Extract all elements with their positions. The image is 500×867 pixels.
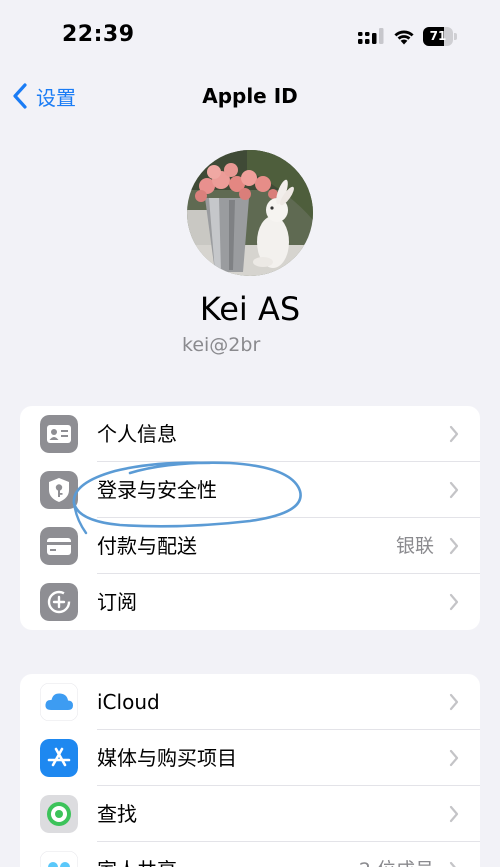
battery-level: 71	[429, 29, 447, 43]
app-store-icon	[40, 739, 78, 777]
row-label: 媒体与购买项目	[97, 746, 237, 770]
battery-icon: 71	[423, 27, 457, 46]
row-label: iCloud	[97, 690, 160, 714]
wifi-icon	[394, 30, 414, 45]
row-value: 2 位成员	[359, 842, 434, 867]
row-label: 查找	[97, 802, 137, 826]
row-icloud[interactable]: iCloud	[20, 674, 480, 730]
row-sign-in-security[interactable]: 登录与安全性	[20, 462, 480, 518]
chevron-right-icon	[449, 861, 456, 867]
row-label: 付款与配送	[97, 534, 197, 558]
chevron-right-icon	[449, 693, 459, 711]
family-sharing-icon	[40, 851, 78, 867]
row-subscriptions[interactable]: 订阅	[20, 574, 480, 630]
avatar[interactable]	[187, 150, 313, 276]
chevron-right-icon	[449, 749, 459, 767]
row-value: 银联	[395, 535, 434, 557]
contact-card-icon	[40, 415, 78, 453]
services-group: iCloud 媒体与购买项目 查找 家人共享 2 位成员	[20, 674, 480, 867]
row-family-sharing[interactable]: 家人共享 2 位成员	[20, 842, 480, 867]
chevron-right-icon	[449, 537, 459, 555]
account-settings-group: 个人信息 登录与安全性 付款与配送 银联 订阅	[20, 406, 480, 630]
status-bar: 22:39 71	[0, 0, 500, 70]
row-payment-shipping[interactable]: 付款与配送 银联	[20, 518, 480, 574]
status-time: 22:39	[62, 22, 135, 47]
row-label: 家人共享	[97, 842, 177, 867]
credit-card-icon	[40, 527, 78, 565]
navigation-bar: 设置 Apple ID	[0, 74, 500, 118]
row-find-my[interactable]: 查找	[20, 786, 480, 842]
find-my-icon	[40, 795, 78, 833]
row-label: 个人信息	[97, 422, 177, 446]
row-label: 订阅	[97, 590, 137, 614]
profile-name: Kei AS	[199, 290, 301, 328]
chevron-right-icon	[449, 481, 459, 499]
icloud-icon	[40, 683, 78, 721]
avatar-photo	[187, 150, 313, 276]
cellular-signal-icon	[358, 28, 384, 44]
row-personal-info[interactable]: 个人信息	[20, 406, 480, 462]
profile-email: kei@2br	[182, 334, 261, 356]
row-media-purchases[interactable]: 媒体与购买项目	[20, 730, 480, 786]
subscription-icon	[40, 583, 78, 621]
chevron-right-icon	[449, 593, 459, 611]
row-label: 登录与安全性	[97, 478, 217, 502]
chevron-right-icon	[449, 805, 459, 823]
page-title: Apple ID	[202, 84, 298, 108]
chevron-right-icon	[449, 425, 459, 443]
shield-key-icon	[40, 471, 78, 509]
